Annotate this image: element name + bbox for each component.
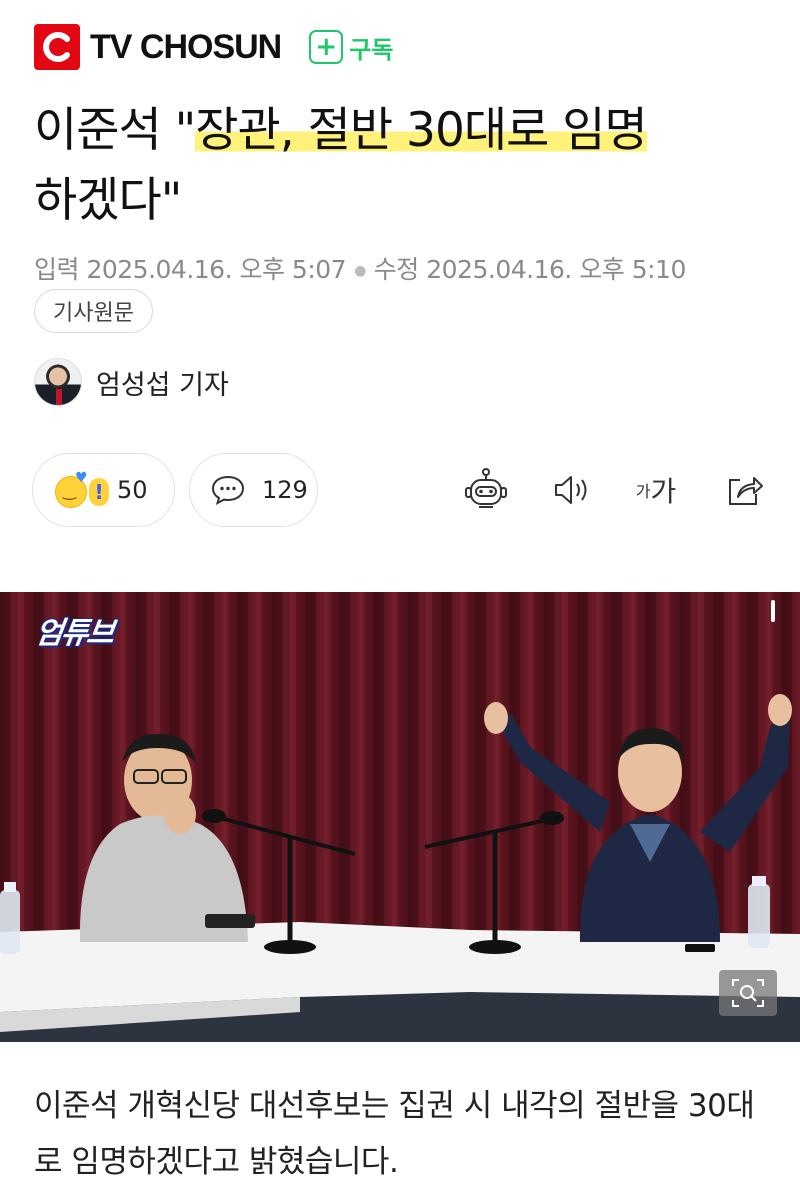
speaker-icon — [555, 476, 587, 504]
reporter-info[interactable]: 엄성섭 기자 — [34, 358, 229, 406]
article-title: 이준석 "장관, 절반 30대로 임명 하겠다" — [34, 96, 774, 236]
font-size-button[interactable]: 가가 — [632, 466, 680, 514]
reaction-emoji-icon: ♥! — [53, 468, 111, 512]
reaction-button[interactable]: ♥! 50 — [32, 453, 175, 527]
text-to-speech-button[interactable] — [548, 466, 596, 514]
brand-name[interactable]: TV CHOSUN — [90, 28, 282, 67]
reaction-count: 50 — [117, 476, 148, 504]
title-part-1: 이준석 " — [34, 103, 196, 158]
title-part-2: 하겠다" — [34, 173, 182, 228]
plus-icon: + — [309, 30, 344, 64]
robot-icon — [465, 468, 507, 508]
zoom-search-icon — [732, 979, 764, 1007]
font-large-glyph: 가 — [650, 475, 677, 508]
article-dates: 입력 2025.04.16. 오후 5:07 ● 수정 2025.04.16. 오후… — [34, 250, 686, 286]
share-icon — [729, 477, 763, 505]
scroll-indicator — [771, 600, 775, 622]
font-small-glyph: 가 — [635, 482, 651, 501]
share-button[interactable] — [720, 466, 768, 514]
tv-chosun-logo-icon[interactable] — [34, 24, 80, 70]
subscribe-button[interactable]: + 구독 — [309, 30, 393, 65]
separator-dot: ● — [354, 263, 366, 279]
title-highlight: 장관, 절반 30대로 임명 — [195, 103, 648, 158]
original-article-button[interactable]: 기사원문 — [34, 289, 153, 333]
channel-badge: 엄튜브 — [33, 616, 115, 651]
studio-scene-image — [0, 592, 800, 1042]
comment-count: 129 — [262, 476, 308, 504]
comment-button[interactable]: 129 — [189, 453, 318, 527]
image-zoom-button[interactable] — [719, 970, 777, 1016]
comment-bubble-icon — [211, 475, 245, 505]
article-body: 이준석 개혁신당 대선후보는 집권 시 내각의 절반을 30대로 임명하겠다고 … — [34, 1088, 755, 1180]
subscribe-label: 구독 — [349, 35, 394, 64]
input-date: 입력 2025.04.16. 오후 5:07 — [34, 255, 347, 284]
reporter-name[interactable]: 엄성섭 기자 — [96, 363, 229, 402]
edit-date: 수정 2025.04.16. 오후 5:10 — [373, 255, 687, 284]
ai-summary-bot-button[interactable] — [462, 466, 510, 514]
article-photo[interactable]: 엄튜브 — [0, 592, 800, 1042]
app-header: TV CHOSUN + 구독 — [34, 24, 393, 70]
reporter-avatar[interactable] — [34, 358, 82, 406]
